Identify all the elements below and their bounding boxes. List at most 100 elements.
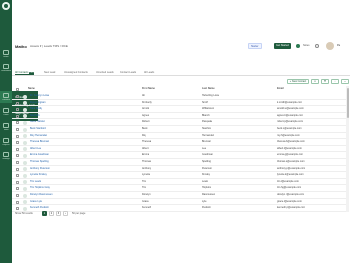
table-row[interactable]: Grace Lyle Grace Lyle grace.l@example.com xyxy=(12,199,346,206)
app-title: Matho xyxy=(15,44,27,49)
table-row[interactable]: Dorelyn Rasmussen Dorelyn Rasmussen dorelyn… xyxy=(12,192,346,199)
column-header-email[interactable]: Email xyxy=(277,86,284,92)
tab-all-contacts[interactable]: All Contacts 35 xyxy=(15,70,34,75)
tasks-icon xyxy=(3,123,9,128)
table-row[interactable]: Beck Stanford Beck Stanford beck.s@example.… xyxy=(12,126,346,133)
app-logo[interactable] xyxy=(2,2,10,10)
contacts-icon xyxy=(3,93,9,98)
tab-all-leads[interactable]: All Leads xyxy=(144,70,154,75)
get-started-button[interactable]: Get Started xyxy=(274,43,291,49)
user-menu[interactable]: Pa xyxy=(335,43,342,49)
tab-contact-leads[interactable]: Contact Leads xyxy=(120,70,136,75)
scrollbar-thumb[interactable] xyxy=(346,88,349,118)
contact-avatar xyxy=(23,160,27,165)
tab-new-lead[interactable]: New Lead xyxy=(44,70,55,75)
select-all-checkbox[interactable] xyxy=(16,86,19,92)
table-row[interactable]: Gene Hamlet Robert Pasquale robert.p@exampl… xyxy=(12,119,346,126)
contact-avatar xyxy=(23,140,27,145)
table-row[interactable]: Lynette Kinsley Lynette Kinsley lynette.k@e… xyxy=(12,172,346,179)
contact-avatar xyxy=(23,186,27,191)
sidebar-item-label: Contacts xyxy=(2,99,10,101)
tab-unassigned-contacts[interactable]: Unassigned Contacts xyxy=(64,70,88,75)
gear-icon xyxy=(3,152,9,157)
table-row[interactable]: Dr. Kamryn Lowe Ali Heberling Lowe xyxy=(12,93,346,100)
contact-avatar xyxy=(23,153,27,158)
page-button-2[interactable]: 2 xyxy=(49,211,54,216)
notes-toggle-icon[interactable] xyxy=(296,44,300,48)
table-row[interactable]: Emma Goodman Emma Goodman emma.g@example.co… xyxy=(12,152,346,159)
sidebar-item-label: Tasks xyxy=(3,129,9,131)
table-row[interactable]: Theresa Brennan Theresa Brennan theresa.b@e… xyxy=(12,139,346,146)
sidebar-item-label: Deals xyxy=(3,114,9,116)
row-checkbox[interactable] xyxy=(16,95,19,98)
table-row[interactable]: Thomas Spelling Thomas Spelling thomas.s@ex… xyxy=(12,159,346,166)
row-checkbox[interactable] xyxy=(16,167,19,171)
page-button-1[interactable]: 1 xyxy=(42,211,47,216)
contact-avatar xyxy=(23,114,27,119)
row-checkbox[interactable] xyxy=(16,101,19,105)
usage-badge[interactable]: Starter xyxy=(248,43,262,49)
sidebar-item-label: Settings xyxy=(2,158,10,160)
columns-icon[interactable]: ☰ xyxy=(321,79,329,84)
sidebar-item-contacts[interactable]: Contacts xyxy=(0,91,12,103)
table-row[interactable]: Nia Park Agnes Blanch agnes.b@example.com xyxy=(12,113,346,120)
row-checkbox[interactable] xyxy=(16,121,19,125)
breadcrumb[interactable]: Assets ▾ | Leads TMS / RCE xyxy=(30,44,68,48)
home-icon xyxy=(3,50,9,55)
tab-label: All Contacts xyxy=(15,71,29,74)
row-checkbox[interactable] xyxy=(16,147,19,151)
sidebar-item-label: Reports xyxy=(2,144,10,146)
table-row[interactable]: Albert Lee Albert Lee albert.l@example.com xyxy=(12,146,346,153)
table-row[interactable]: Tim Hopkins Gray Tim Hopkins tim.hg@example… xyxy=(12,185,346,192)
table-row[interactable]: Tim Lewis Tim Lewis tim.l@example.com xyxy=(12,179,346,186)
avatar[interactable] xyxy=(326,42,334,50)
contact-avatar xyxy=(23,134,27,139)
table-row[interactable]: Dyson Ingram Kimberly Smith k.smith@example… xyxy=(12,100,346,107)
row-checkbox[interactable] xyxy=(16,108,19,112)
row-checkbox[interactable] xyxy=(16,187,19,191)
row-checkbox[interactable] xyxy=(16,128,19,131)
row-checkbox[interactable] xyxy=(16,194,19,197)
contact-avatar xyxy=(23,127,27,132)
sidebar-item-dashboard[interactable]: Dashboard xyxy=(0,62,12,74)
row-checkbox[interactable] xyxy=(16,154,19,158)
results-count: Show 50 results xyxy=(15,212,33,215)
table-row[interactable]: Roy Hernandez Roy Hernandez roy.h@example.c… xyxy=(12,133,346,140)
table-row[interactable]: Talia Brody Arnold Williamson arnold.w@exam… xyxy=(12,106,346,113)
table-scrollbar[interactable] xyxy=(346,86,349,212)
column-header-first-name[interactable]: First Name xyxy=(142,86,155,92)
row-checkbox[interactable] xyxy=(16,161,19,164)
export-icon[interactable]: ↓ xyxy=(331,79,339,84)
tab-count-badge: 35 xyxy=(29,72,34,75)
column-header-last-name[interactable]: Last Name xyxy=(202,86,215,92)
row-checkbox[interactable] xyxy=(16,141,19,145)
sidebar-item-deals[interactable]: Deals xyxy=(0,106,12,118)
sidebar-item-label: Home xyxy=(3,56,9,58)
sidebar-item-settings[interactable]: Settings xyxy=(0,150,12,162)
sidebar-item-tasks[interactable]: Tasks xyxy=(0,121,12,133)
tab-unsorted-leads[interactable]: Unsorted Leads xyxy=(96,70,114,75)
sidebar-item-home[interactable]: Home xyxy=(0,48,12,60)
sidebar: Home Dashboard Contacts Deals Tasks Repo… xyxy=(0,0,12,263)
next-page-button[interactable]: › xyxy=(63,211,68,216)
page-button-3[interactable]: 3 xyxy=(56,211,61,216)
row-checkbox[interactable] xyxy=(16,200,19,204)
filter-icon[interactable]: ▾ xyxy=(311,79,319,84)
contact-avatar xyxy=(23,180,27,185)
bell-icon[interactable] xyxy=(315,44,319,48)
new-contact-button[interactable]: + New Contact xyxy=(287,79,309,84)
deals-icon xyxy=(3,108,9,113)
contact-avatar xyxy=(23,107,27,112)
row-checkbox[interactable] xyxy=(16,180,19,184)
table-row[interactable]: Anthony Peterson Anthony Peterson anthony.p… xyxy=(12,166,346,173)
row-checkbox[interactable] xyxy=(16,174,19,178)
sidebar-item-reports[interactable]: Reports xyxy=(0,136,12,148)
contact-avatar xyxy=(23,101,27,106)
table-toolbar: + New Contact ▾ ☰ ↓ ⋯ xyxy=(12,78,350,86)
more-icon[interactable]: ⋯ xyxy=(341,79,349,84)
column-header-name[interactable]: Name xyxy=(28,86,35,92)
per-page-select[interactable]: 50 per page xyxy=(72,211,85,216)
pagination-footer: Show 50 results 1 2 3 › 50 per page xyxy=(12,210,350,218)
row-checkbox[interactable] xyxy=(16,114,19,118)
row-checkbox[interactable] xyxy=(16,134,19,138)
